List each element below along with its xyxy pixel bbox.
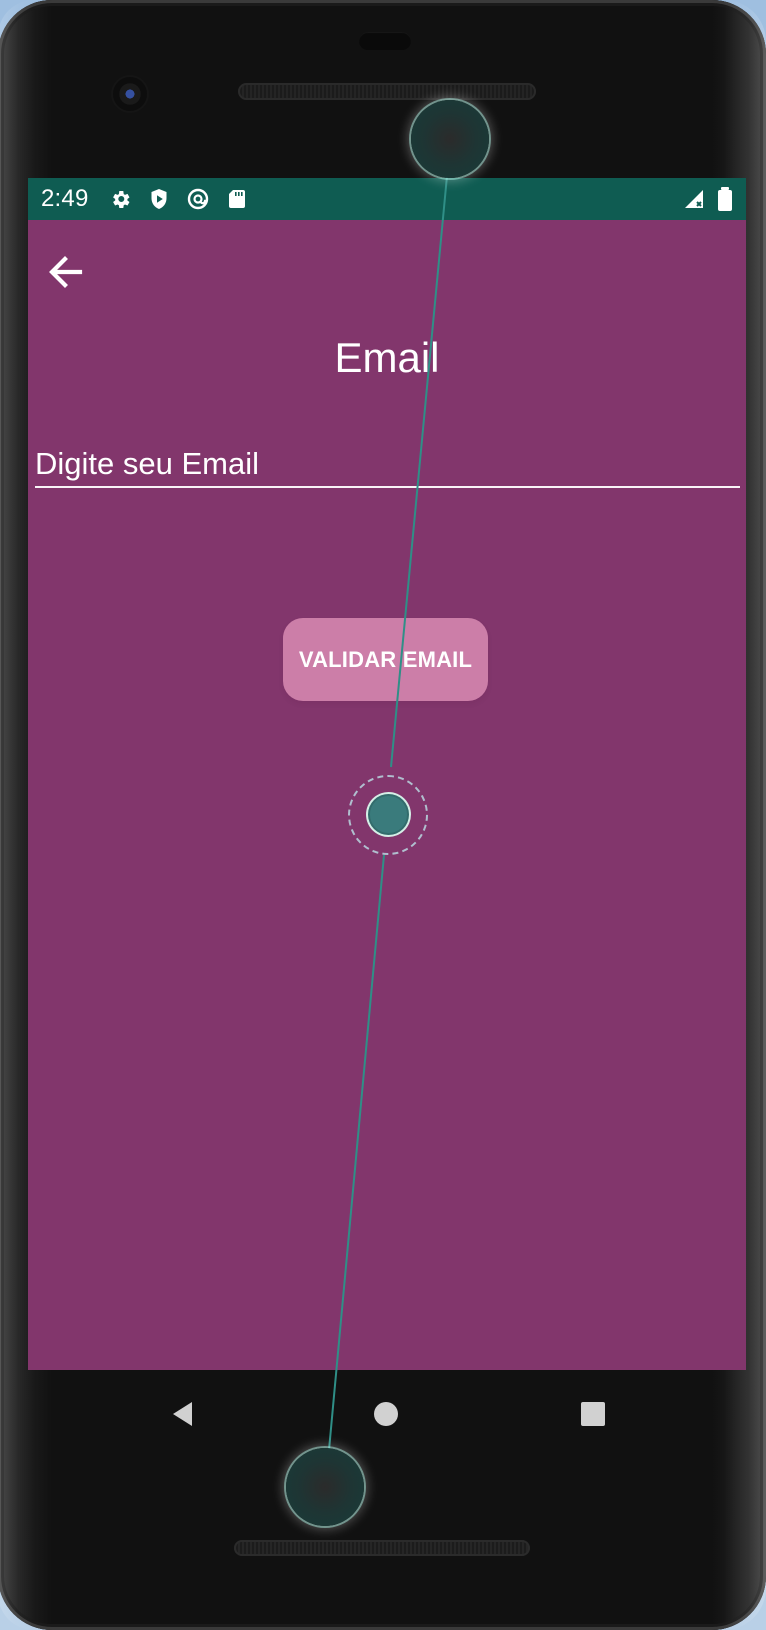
nav-home-button[interactable] — [362, 1390, 410, 1438]
arrow-left-icon — [45, 251, 87, 293]
app-screen: 2:49 Email Digite seu Email VALIDAR EMAI… — [28, 178, 746, 1370]
status-time: 2:49 — [41, 185, 89, 212]
android-phone-frame: 2:49 Email Digite seu Email VALIDAR EMAI… — [0, 0, 766, 1630]
square-recents-icon — [578, 1399, 608, 1429]
front-camera-icon — [113, 77, 147, 111]
nav-recents-button[interactable] — [569, 1390, 617, 1438]
status-left-icons — [108, 185, 249, 213]
device-stage: 2:49 Email Digite seu Email VALIDAR EMAI… — [0, 0, 766, 1630]
email-input[interactable] — [35, 441, 740, 488]
status-bar: 2:49 — [28, 178, 746, 220]
gear-icon — [108, 187, 132, 211]
top-sensor-slot — [359, 32, 411, 50]
status-right-icons — [682, 185, 733, 213]
bottom-speaker — [234, 1540, 530, 1556]
android-navigation-bar — [28, 1370, 746, 1458]
back-button[interactable] — [42, 248, 90, 296]
earpiece-speaker — [238, 83, 536, 100]
battery-icon — [717, 186, 733, 212]
validate-email-button[interactable]: VALIDAR EMAIL — [283, 618, 488, 701]
triangle-back-icon — [168, 1399, 198, 1429]
signal-x-icon — [682, 187, 706, 211]
shield-play-icon — [147, 187, 171, 211]
circle-home-icon — [371, 1399, 401, 1429]
page-title: Email — [334, 334, 440, 381]
sd-card-icon — [225, 187, 249, 211]
sync-at-icon — [186, 187, 210, 211]
nav-back-button[interactable] — [159, 1390, 207, 1438]
